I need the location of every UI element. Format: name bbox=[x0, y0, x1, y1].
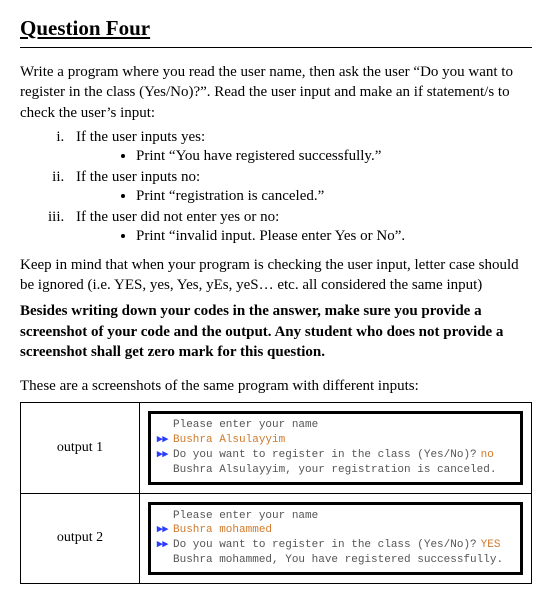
term1-prompt-reg: Do you want to register in the class (Ye… bbox=[173, 448, 477, 463]
term1-answer: no bbox=[481, 448, 494, 463]
term2-prompt-name: Please enter your name bbox=[173, 509, 318, 524]
req-iii-text: If the user did not enter yes or no: bbox=[76, 209, 279, 225]
term2-prompt-reg: Do you want to register in the class (Ye… bbox=[173, 538, 477, 553]
req-iii-sublist: Print “invalid input. Please enter Yes o… bbox=[76, 228, 532, 245]
table-row: output 2 Please enter your name ▸▸ Bushr… bbox=[21, 493, 532, 583]
case-note: Keep in mind that when your program is c… bbox=[20, 255, 532, 296]
screenshots-intro: These are a screenshots of the same prog… bbox=[20, 376, 532, 396]
req-item-ii: If the user inputs no: Print “registrati… bbox=[68, 169, 532, 205]
output2-cell: Please enter your name ▸▸ Bushra mohamme… bbox=[140, 493, 532, 583]
req-item-i: If the user inputs yes: Print “You have … bbox=[68, 129, 532, 165]
req-ii-bullet: Print “registration is canceled.” bbox=[136, 188, 532, 205]
screenshot-requirement: Besides writing down your codes in the a… bbox=[20, 301, 532, 362]
term1-result: Bushra Alsulayyim, your registration is … bbox=[173, 463, 496, 478]
input-arrow-icon: ▸▸ bbox=[157, 523, 169, 538]
req-ii-text: If the user inputs no: bbox=[76, 169, 200, 185]
input-arrow-icon: ▸▸ bbox=[157, 538, 169, 553]
title-separator bbox=[20, 47, 532, 48]
table-row: output 1 Please enter your name ▸▸ Bushr… bbox=[21, 403, 532, 493]
req-iii-bullet: Print “invalid input. Please enter Yes o… bbox=[136, 228, 532, 245]
input-arrow-icon: ▸▸ bbox=[157, 448, 169, 463]
terminal-output-2: Please enter your name ▸▸ Bushra mohamme… bbox=[148, 502, 523, 575]
output1-cell: Please enter your name ▸▸ Bushra Alsulay… bbox=[140, 403, 532, 493]
term2-user-name: Bushra mohammed bbox=[173, 523, 272, 538]
question-title: Question Four bbox=[20, 16, 532, 41]
req-ii-sublist: Print “registration is canceled.” bbox=[76, 188, 532, 205]
input-arrow-icon: ▸▸ bbox=[157, 433, 169, 448]
intro-paragraph: Write a program where you read the user … bbox=[20, 62, 532, 123]
requirements-list: If the user inputs yes: Print “You have … bbox=[20, 129, 532, 245]
output2-label: output 2 bbox=[21, 493, 140, 583]
output1-label: output 1 bbox=[21, 403, 140, 493]
outputs-table: output 1 Please enter your name ▸▸ Bushr… bbox=[20, 402, 532, 584]
terminal-output-1: Please enter your name ▸▸ Bushra Alsulay… bbox=[148, 411, 523, 484]
req-item-iii: If the user did not enter yes or no: Pri… bbox=[68, 209, 532, 245]
term2-result: Bushra mohammed, You have registered suc… bbox=[173, 553, 503, 568]
term1-user-name: Bushra Alsulayyim bbox=[173, 433, 285, 448]
req-i-sublist: Print “You have registered successfully.… bbox=[76, 148, 532, 165]
req-i-bullet: Print “You have registered successfully.… bbox=[136, 148, 532, 165]
req-i-text: If the user inputs yes: bbox=[76, 129, 205, 145]
term2-answer: YES bbox=[481, 538, 501, 553]
term1-prompt-name: Please enter your name bbox=[173, 418, 318, 433]
